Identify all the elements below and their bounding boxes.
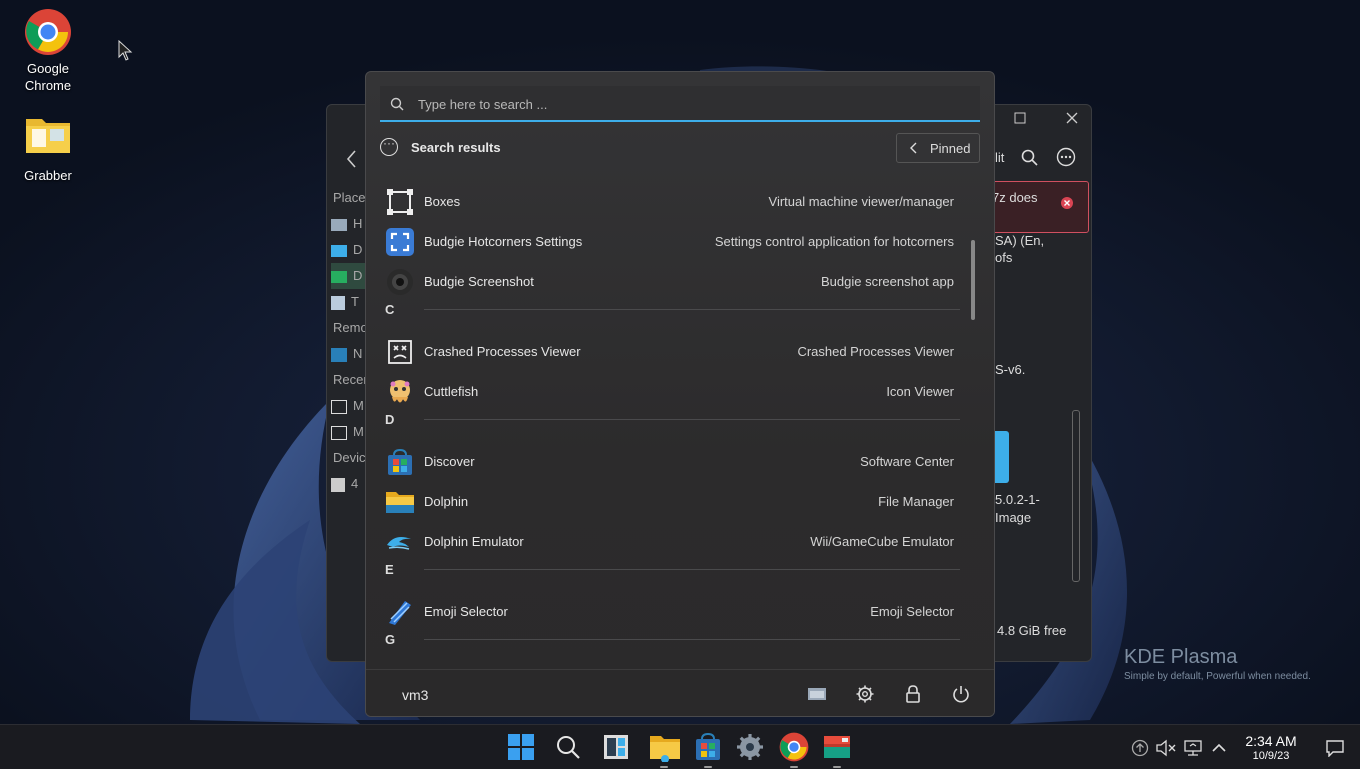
more-options-icon[interactable] xyxy=(1056,147,1076,167)
application-launcher: Search results Pinned Boxes Virtual mach… xyxy=(365,71,995,717)
discover-icon xyxy=(388,448,412,475)
kde-plasma-logo: KDE Plasma Simple by default, Powerful w… xyxy=(1124,646,1311,682)
boxes-icon xyxy=(387,189,413,215)
clock[interactable]: 2:34 AM 10/9/23 xyxy=(1236,733,1306,762)
desktop-folder-icon xyxy=(331,244,347,257)
screenshot-app-button[interactable] xyxy=(822,732,852,768)
file-label-fragment: Image xyxy=(995,510,1032,525)
list-item[interactable]: Dolphin Emulator Wii/GameCube Emulator xyxy=(380,522,972,562)
dolphin-emulator-icon xyxy=(387,537,411,550)
cuttlefish-icon xyxy=(390,380,410,403)
section-header-d: D xyxy=(380,412,972,442)
search-taskbar-button[interactable] xyxy=(553,732,583,762)
emoji-selector-icon xyxy=(389,601,411,625)
dolphin-folder-icon xyxy=(386,492,414,513)
list-item[interactable]: Dolphin File Manager xyxy=(380,482,972,522)
back-arrow-icon[interactable] xyxy=(345,149,359,169)
dismiss-error-icon[interactable] xyxy=(1060,196,1074,210)
calendar-icon xyxy=(331,399,347,414)
results-title: Search results xyxy=(411,140,501,155)
list-item[interactable]: Crashed Processes Viewer Crashed Process… xyxy=(380,332,972,372)
list-item[interactable]: Cuttlefish Icon Viewer xyxy=(380,372,972,412)
list-item[interactable]: Emoji Selector Emoji Selector xyxy=(380,592,972,632)
section-header-e: E xyxy=(380,562,972,592)
updates-icon[interactable] xyxy=(1131,739,1149,757)
task-view-icon xyxy=(604,735,628,759)
list-item[interactable]: Boxes Virtual machine viewer/manager xyxy=(380,182,972,222)
lock-icon[interactable] xyxy=(903,684,923,704)
results-list: Boxes Virtual machine viewer/manager Bud… xyxy=(380,182,972,662)
network-icon xyxy=(331,347,347,362)
username-label: vm3 xyxy=(402,687,429,703)
camera-icon xyxy=(387,269,413,295)
start-icon xyxy=(508,734,534,760)
volume-muted-icon[interactable] xyxy=(1155,739,1177,757)
desktop-icon-label: Grabber xyxy=(24,168,72,183)
file-label-fragment: SA) (En, xyxy=(995,233,1045,248)
chevron-left-icon xyxy=(910,142,917,154)
downloads-folder-icon xyxy=(331,270,347,283)
more-icon xyxy=(380,136,398,156)
results-header: Search results xyxy=(380,136,980,168)
power-icon[interactable] xyxy=(951,684,971,704)
folder-icon xyxy=(650,736,680,763)
close-icon[interactable] xyxy=(1065,111,1079,125)
network-wired-icon[interactable] xyxy=(1183,739,1203,757)
file-label-fragment: S-v6. xyxy=(995,362,1026,377)
trash-icon xyxy=(331,295,345,310)
search-icon xyxy=(390,97,404,111)
calendar-icon xyxy=(331,425,347,440)
spectacle-icon xyxy=(824,736,850,758)
file-label-fragment: 5.0.2-1- xyxy=(995,492,1040,507)
crash-icon xyxy=(388,340,412,364)
list-item[interactable]: Budgie Hotcorners Settings Settings cont… xyxy=(380,222,972,262)
home-folder-icon xyxy=(331,218,347,231)
maximize-icon[interactable] xyxy=(1013,111,1027,125)
discover-taskbar-button[interactable] xyxy=(693,732,723,768)
system-settings-button[interactable] xyxy=(735,732,765,762)
task-view-button[interactable] xyxy=(601,732,631,762)
search-field[interactable] xyxy=(380,86,980,122)
launcher-footer: vm3 xyxy=(366,669,994,716)
start-menu-button[interactable] xyxy=(506,732,536,762)
search-icon xyxy=(557,736,580,759)
file-manager-icon[interactable] xyxy=(807,684,827,704)
drive-icon xyxy=(331,477,345,492)
chrome-icon xyxy=(24,8,72,56)
settings-gear-icon[interactable] xyxy=(855,684,875,704)
discover-icon xyxy=(696,732,720,760)
search-input[interactable] xyxy=(416,92,960,116)
taskbar: 2:34 AM 10/9/23 xyxy=(0,724,1360,769)
free-space-label: 4.8 GiB free xyxy=(997,623,1067,638)
error-message-banner: 7z does xyxy=(987,181,1089,233)
hotcorners-icon xyxy=(386,228,414,256)
desktop-icon-grabber[interactable]: Grabber xyxy=(3,115,93,184)
folder-icon xyxy=(24,115,72,163)
desktop-icon-label: Google Chrome xyxy=(24,61,72,93)
chevron-up-icon[interactable] xyxy=(1211,739,1227,757)
desktop-icon-chrome[interactable]: Google Chrome xyxy=(3,8,93,94)
settings-gear-icon xyxy=(737,734,763,760)
file-explorer-button[interactable] xyxy=(649,732,680,768)
pinned-button[interactable]: Pinned xyxy=(896,133,980,163)
chrome-icon xyxy=(779,732,809,762)
list-item[interactable]: Budgie Screenshot Budgie screenshot app xyxy=(380,262,972,302)
section-header-g: G xyxy=(380,632,972,662)
chrome-taskbar-button[interactable] xyxy=(779,732,809,768)
file-icon-fragment xyxy=(995,431,1009,483)
search-icon[interactable] xyxy=(1021,149,1039,167)
notifications-icon[interactable] xyxy=(1325,739,1345,757)
results-scrollbar[interactable] xyxy=(971,240,975,320)
file-label-fragment: ofs xyxy=(995,250,1013,265)
mouse-cursor-icon xyxy=(118,40,133,61)
edit-fragment: lit xyxy=(995,150,1005,165)
section-header-c: C xyxy=(380,302,972,332)
scrollbar[interactable] xyxy=(1072,410,1080,582)
list-item[interactable]: Discover Software Center xyxy=(380,442,972,482)
